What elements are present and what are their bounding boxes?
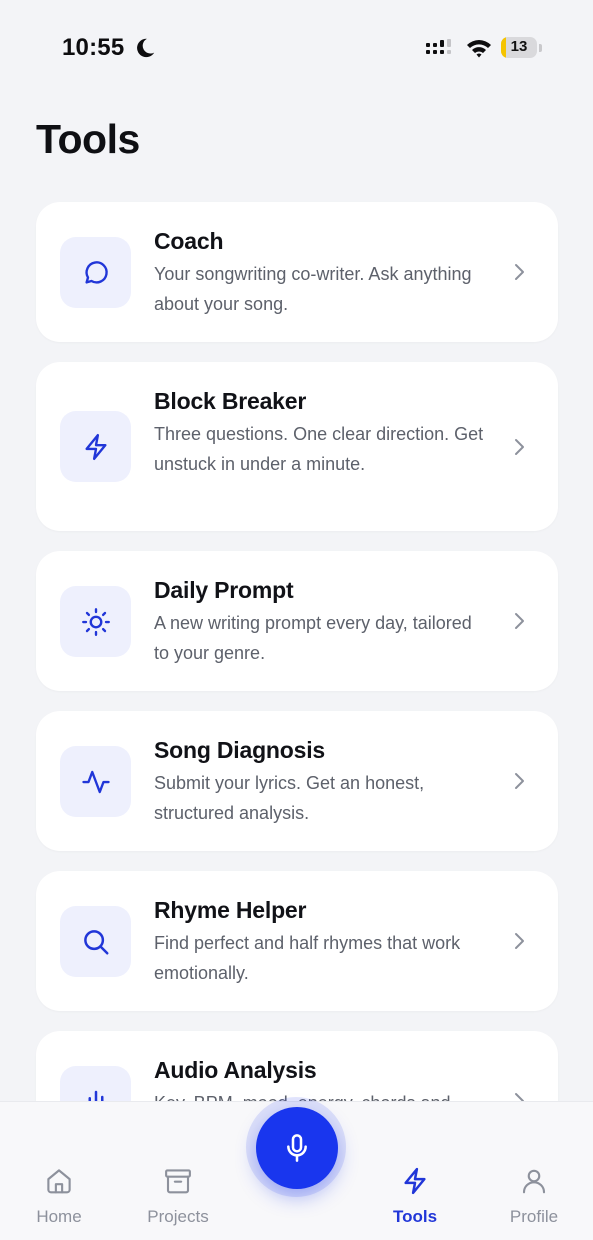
lightning-icon bbox=[404, 1167, 426, 1195]
status-bar: 10:55 13 bbox=[0, 0, 593, 96]
tool-title: Daily Prompt bbox=[154, 577, 294, 603]
tool-title: Block Breaker bbox=[154, 388, 307, 414]
tab-tools[interactable]: Tools bbox=[360, 1102, 470, 1240]
record-button[interactable] bbox=[256, 1107, 338, 1189]
tool-description: Submit your lyrics. Get an honest, struc… bbox=[154, 773, 425, 823]
chevron-right-icon bbox=[515, 773, 524, 789]
tool-title: Coach bbox=[154, 228, 224, 254]
tab-home[interactable]: Home bbox=[4, 1102, 114, 1240]
tool-icon-tile bbox=[60, 746, 131, 817]
home-icon bbox=[47, 1169, 71, 1194]
tool-icon-tile bbox=[60, 237, 131, 308]
user-icon bbox=[522, 1169, 546, 1194]
tool-title: Song Diagnosis bbox=[154, 737, 325, 763]
tab-profile[interactable]: Profile bbox=[479, 1102, 589, 1240]
tool-card-block-breaker[interactable]: Block Breaker Three questions. One clear… bbox=[36, 362, 558, 531]
tab-label: Projects bbox=[147, 1207, 209, 1226]
archive-icon bbox=[165, 1169, 191, 1194]
tool-description: A new writing prompt every day, tailored… bbox=[154, 613, 472, 663]
battery-icon: 13 bbox=[501, 37, 537, 58]
tool-description: Your songwriting co-writer. Ask anything… bbox=[154, 264, 472, 314]
chevron-right-icon bbox=[515, 439, 524, 455]
chevron-right-icon bbox=[515, 264, 524, 280]
tool-card-daily-prompt[interactable]: Daily Prompt A new writing prompt every … bbox=[36, 551, 558, 691]
battery-cap bbox=[539, 44, 542, 52]
tab-label: Home bbox=[36, 1207, 82, 1226]
tool-title: Rhyme Helper bbox=[154, 897, 307, 923]
sun-icon bbox=[81, 607, 110, 636]
wifi-icon bbox=[467, 40, 491, 58]
tool-card-rhyme-helper[interactable]: Rhyme Helper Find perfect and half rhyme… bbox=[36, 871, 558, 1011]
tools-screen: 10:55 13 Tools Coach Your songwriting co… bbox=[0, 0, 593, 1240]
signal-icon bbox=[426, 39, 451, 54]
tab-label: Tools bbox=[392, 1207, 438, 1226]
page-title: Tools bbox=[36, 116, 140, 162]
tool-title: Audio Analysis bbox=[154, 1057, 317, 1083]
moon-icon bbox=[137, 38, 155, 58]
chevron-right-icon bbox=[515, 933, 524, 949]
microphone-icon bbox=[287, 1134, 307, 1162]
battery-level: 13 bbox=[510, 38, 528, 55]
tool-description: Find perfect and half rhymes that work e… bbox=[154, 933, 461, 983]
chevron-right-icon bbox=[515, 613, 524, 629]
status-time: 10:55 bbox=[62, 34, 125, 61]
tab-projects[interactable]: Projects bbox=[123, 1102, 233, 1240]
chat-bubble-icon bbox=[84, 260, 108, 284]
tool-card-coach[interactable]: Coach Your songwriting co-writer. Ask an… bbox=[36, 202, 558, 342]
tool-description: Three questions. One clear direction. Ge… bbox=[154, 424, 484, 474]
tab-label: Profile bbox=[509, 1207, 559, 1226]
pulse-icon bbox=[81, 770, 110, 793]
tool-icon-tile bbox=[60, 586, 131, 657]
search-icon bbox=[83, 929, 108, 954]
tool-icon-tile bbox=[60, 906, 131, 977]
lightning-icon bbox=[84, 433, 107, 460]
tool-card-song-diagnosis[interactable]: Song Diagnosis Submit your lyrics. Get a… bbox=[36, 711, 558, 851]
tool-icon-tile bbox=[60, 411, 131, 482]
